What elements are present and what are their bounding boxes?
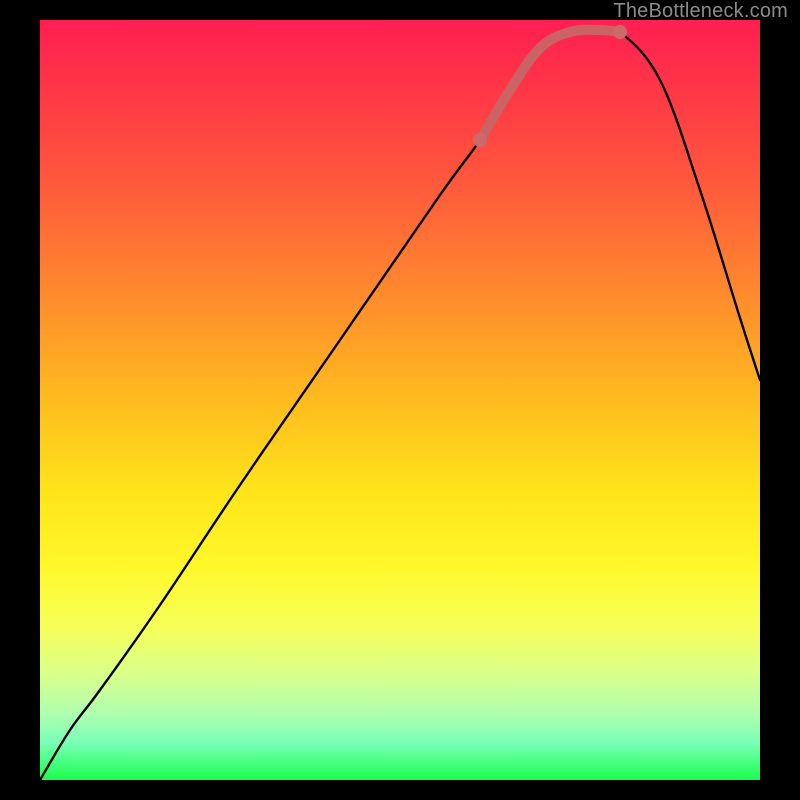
bottleneck-curve-svg: [40, 20, 760, 780]
valley-marker-start: [473, 133, 487, 147]
chart-stage: TheBottleneck.com: [0, 0, 800, 800]
valley-marker-end: [613, 25, 627, 39]
valley-marker-segment: [480, 30, 620, 140]
watermark-text: TheBottleneck.com: [613, 0, 788, 23]
bottleneck-curve: [40, 27, 760, 780]
